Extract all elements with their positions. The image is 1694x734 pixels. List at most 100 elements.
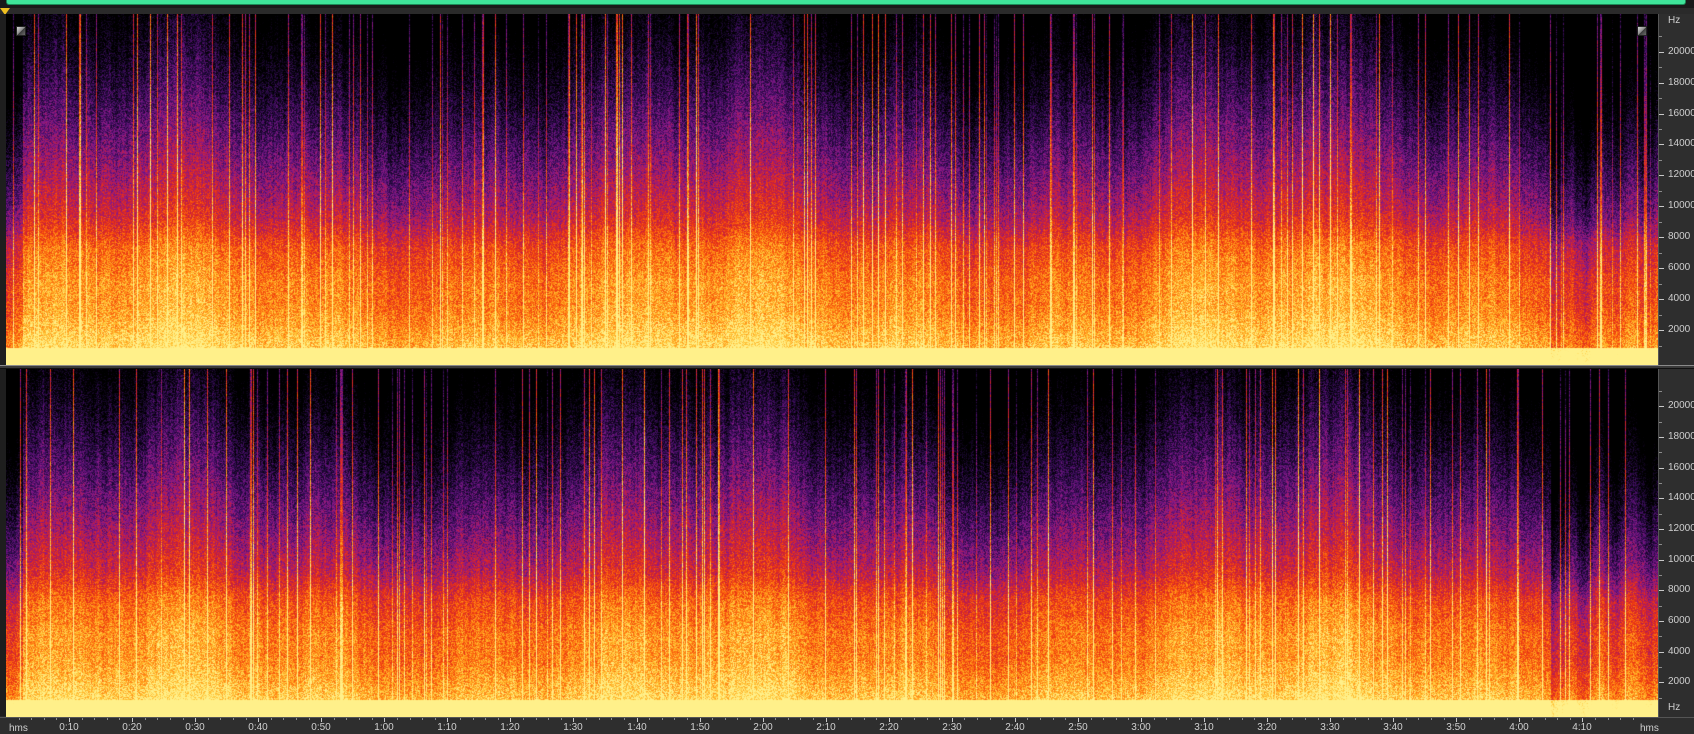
time-tick-label: 4:10 [1572, 722, 1592, 733]
frequency-minor-tick [1659, 253, 1662, 254]
time-minor-tick [876, 718, 877, 720]
frequency-tick-label: 18000 [1668, 431, 1694, 442]
time-tick-label: 2:50 [1068, 722, 1088, 733]
time-tick-label: 2:30 [942, 722, 962, 733]
frequency-tick [1659, 590, 1664, 591]
time-minor-tick [397, 718, 398, 720]
frequency-tick [1659, 114, 1664, 115]
time-tick-label: 3:50 [1446, 722, 1466, 733]
frequency-tick [1659, 268, 1664, 269]
time-minor-tick [1418, 718, 1419, 720]
time-minor-tick [1608, 718, 1609, 720]
time-minor-tick [157, 718, 158, 720]
overview-bar[interactable] [0, 0, 1694, 8]
time-minor-tick [611, 718, 612, 720]
time-minor-tick [1179, 718, 1180, 720]
frequency-tick-label: 8000 [1668, 231, 1691, 242]
frequency-tick [1659, 468, 1664, 469]
time-minor-tick [233, 718, 234, 720]
time-minor-tick [674, 718, 675, 720]
time-minor-tick [1431, 718, 1432, 720]
time-minor-tick [548, 718, 549, 720]
time-minor-tick [1595, 718, 1596, 720]
frequency-tick-label: 16000 [1668, 108, 1694, 119]
frequency-tick-label: 20000 [1668, 400, 1694, 411]
time-minor-tick [990, 718, 991, 720]
time-minor-tick [498, 718, 499, 720]
frequency-minor-tick [1659, 606, 1662, 607]
frequency-minor-tick [1659, 667, 1662, 668]
time-minor-tick [1368, 718, 1369, 720]
frequency-minor-tick [1659, 315, 1662, 316]
time-minor-tick [788, 718, 789, 720]
frequency-minor-tick [1659, 391, 1662, 392]
frequency-ruler-right-channel[interactable]: Hz 20000 18000 16000 14000 12000 10000 8000 600… [1658, 369, 1694, 717]
time-tick-label: 2:00 [753, 722, 773, 733]
time-minor-tick [649, 718, 650, 720]
time-minor-tick [523, 718, 524, 720]
time-minor-tick [271, 718, 272, 720]
time-minor-tick [220, 718, 221, 720]
time-minor-tick [1053, 718, 1054, 720]
frequency-tick-label: 2000 [1668, 324, 1691, 335]
frequency-tick-label: 4000 [1668, 646, 1691, 657]
frequency-tick-label: 18000 [1668, 77, 1694, 88]
time-minor-tick [737, 718, 738, 720]
time-tick-label: 2:40 [1005, 722, 1025, 733]
time-minor-tick [296, 718, 297, 720]
time-tick-label: 0:20 [122, 722, 142, 733]
time-tick-label: 2:20 [879, 722, 899, 733]
time-minor-tick [1507, 718, 1508, 720]
time-minor-tick [1481, 718, 1482, 720]
overview-visible-range-handle[interactable] [6, 0, 1686, 5]
time-minor-tick [1545, 718, 1546, 720]
spectral-frequency-display[interactable]: Hz 20000 18000 16000 14000 12000 10000 8000 600… [0, 0, 1694, 734]
time-minor-tick [586, 718, 587, 720]
frequency-tick-label: 8000 [1668, 584, 1691, 595]
zoom-corner-right-icon[interactable] [1637, 26, 1647, 36]
time-unit-label: hms [9, 723, 28, 734]
frequency-minor-tick [1659, 284, 1662, 285]
time-tick-label: 0:30 [185, 722, 205, 733]
frequency-tick [1659, 437, 1664, 438]
time-minor-tick [183, 718, 184, 720]
time-minor-tick [813, 718, 814, 720]
time-minor-tick [624, 718, 625, 720]
time-minor-tick [44, 718, 45, 720]
time-minor-tick [1154, 718, 1155, 720]
time-minor-tick [1557, 718, 1558, 720]
time-minor-tick [1091, 718, 1092, 720]
time-minor-tick [1242, 718, 1243, 720]
time-minor-tick [1570, 718, 1571, 720]
frequency-minor-tick [1659, 160, 1662, 161]
time-minor-tick [1280, 718, 1281, 720]
frequency-minor-tick [1659, 636, 1662, 637]
frequency-tick [1659, 330, 1664, 331]
spectrogram-channel-right[interactable] [6, 369, 1658, 717]
spectrogram-canvas-left[interactable] [6, 14, 1658, 365]
time-minor-tick [170, 718, 171, 720]
time-tick-label: 4:00 [1509, 722, 1529, 733]
time-tick-label: 3:20 [1257, 722, 1277, 733]
time-minor-tick [1292, 718, 1293, 720]
spectrogram-canvas-right[interactable] [6, 369, 1658, 717]
time-ruler[interactable]: hms hms 0:10 0:20 0:30 0:40 0:50 1:00 1:10 1:20… [0, 717, 1694, 734]
frequency-tick [1659, 560, 1664, 561]
time-minor-tick [56, 718, 57, 720]
frequency-ruler-left-channel[interactable]: Hz 20000 18000 16000 14000 12000 10000 8000 600… [1658, 14, 1694, 365]
time-tick-label: 3:40 [1383, 722, 1403, 733]
spectrogram-channel-left[interactable] [6, 14, 1658, 365]
frequency-minor-tick [1659, 483, 1662, 484]
frequency-tick [1659, 406, 1664, 407]
time-minor-tick [775, 718, 776, 720]
time-minor-tick [599, 718, 600, 720]
frequency-minor-tick [1659, 575, 1662, 576]
time-minor-tick [687, 718, 688, 720]
frequency-minor-tick [1659, 346, 1662, 347]
zoom-corner-left-icon[interactable] [16, 26, 26, 36]
time-minor-tick [19, 718, 20, 720]
time-minor-tick [800, 718, 801, 720]
frequency-minor-tick [1659, 698, 1662, 699]
time-minor-tick [662, 718, 663, 720]
time-minor-tick [145, 718, 146, 720]
